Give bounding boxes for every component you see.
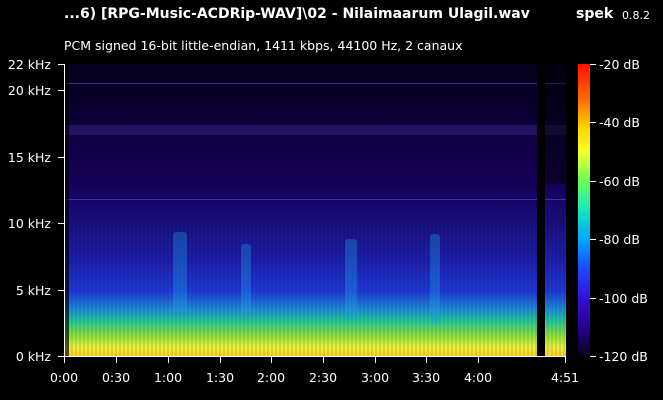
- x-tick-0451: [565, 357, 566, 363]
- y-label-22khz: 22 kHz: [7, 57, 51, 72]
- db-colorbar: [578, 64, 590, 356]
- energy-patch-2: [241, 244, 251, 314]
- spectral-line-20khz: [65, 83, 566, 84]
- y-label-10khz: 10 kHz: [7, 216, 51, 231]
- cb-label-minus60db: -60 dB: [599, 174, 640, 189]
- y-tick-15: [58, 157, 64, 158]
- spectrogram-plot[interactable]: [64, 64, 566, 357]
- app-name: spek: [576, 6, 614, 22]
- x-tick-0200: [271, 357, 272, 363]
- file-title: ...6) [RPG-Music-ACDRip-WAV]\02 - Nilaim…: [64, 6, 530, 22]
- x-label-0230: 2:30: [308, 370, 338, 385]
- energy-patch-4: [430, 234, 440, 324]
- format-info: PCM signed 16-bit little-endian, 1411 kb…: [64, 38, 463, 53]
- track-end-gap: [537, 64, 545, 356]
- cb-label-minus100db: -100 dB: [599, 291, 648, 306]
- y-label-5khz: 5 kHz: [15, 283, 51, 298]
- cb-label-minus80db: -80 dB: [599, 232, 640, 247]
- cb-tick-120: [590, 356, 596, 357]
- x-label-0400: 4:00: [463, 370, 493, 385]
- cb-tick-60: [590, 181, 596, 182]
- cb-tick-40: [590, 122, 596, 123]
- x-label-0130: 1:30: [205, 370, 235, 385]
- app-version: 0.8.2: [622, 9, 650, 22]
- y-tick-20: [58, 90, 64, 91]
- outro-strip: [545, 64, 566, 184]
- x-tick-0400: [478, 357, 479, 363]
- spectral-band-17khz: [65, 125, 566, 135]
- energy-patch-3: [345, 239, 357, 319]
- cb-label-minus20db: -20 dB: [599, 57, 640, 72]
- x-tick-0330: [426, 357, 427, 363]
- x-label-0451: 4:51: [550, 370, 580, 385]
- cb-label-minus120db: -120 dB: [599, 349, 648, 364]
- x-label-0300: 3:00: [360, 370, 390, 385]
- cb-label-minus40db: -40 dB: [599, 115, 640, 130]
- x-label-0030: 0:30: [101, 370, 131, 385]
- x-tick-0100: [168, 357, 169, 363]
- y-tick-22: [58, 64, 64, 65]
- x-tick-0130: [220, 357, 221, 363]
- y-label-0khz: 0 kHz: [15, 349, 51, 364]
- energy-patch-1: [173, 232, 187, 312]
- y-tick-5: [58, 290, 64, 291]
- x-label-0200: 2:00: [256, 370, 286, 385]
- y-label-20khz: 20 kHz: [7, 83, 51, 98]
- y-label-15khz: 15 kHz: [7, 150, 51, 165]
- x-label-0330: 3:30: [411, 370, 441, 385]
- y-tick-10: [58, 223, 64, 224]
- x-tick-0000: [64, 357, 65, 363]
- x-tick-0230: [323, 357, 324, 363]
- x-tick-0030: [116, 357, 117, 363]
- x-tick-0300: [375, 357, 376, 363]
- cb-tick-100: [590, 298, 596, 299]
- spectral-line-12khz: [65, 199, 566, 200]
- cb-tick-80: [590, 239, 596, 240]
- spectrogram-texture: [65, 64, 566, 356]
- cb-tick-20: [590, 64, 596, 65]
- x-label-0100: 1:00: [153, 370, 183, 385]
- x-label-0000: 0:00: [49, 370, 79, 385]
- intro-silence: [65, 64, 69, 356]
